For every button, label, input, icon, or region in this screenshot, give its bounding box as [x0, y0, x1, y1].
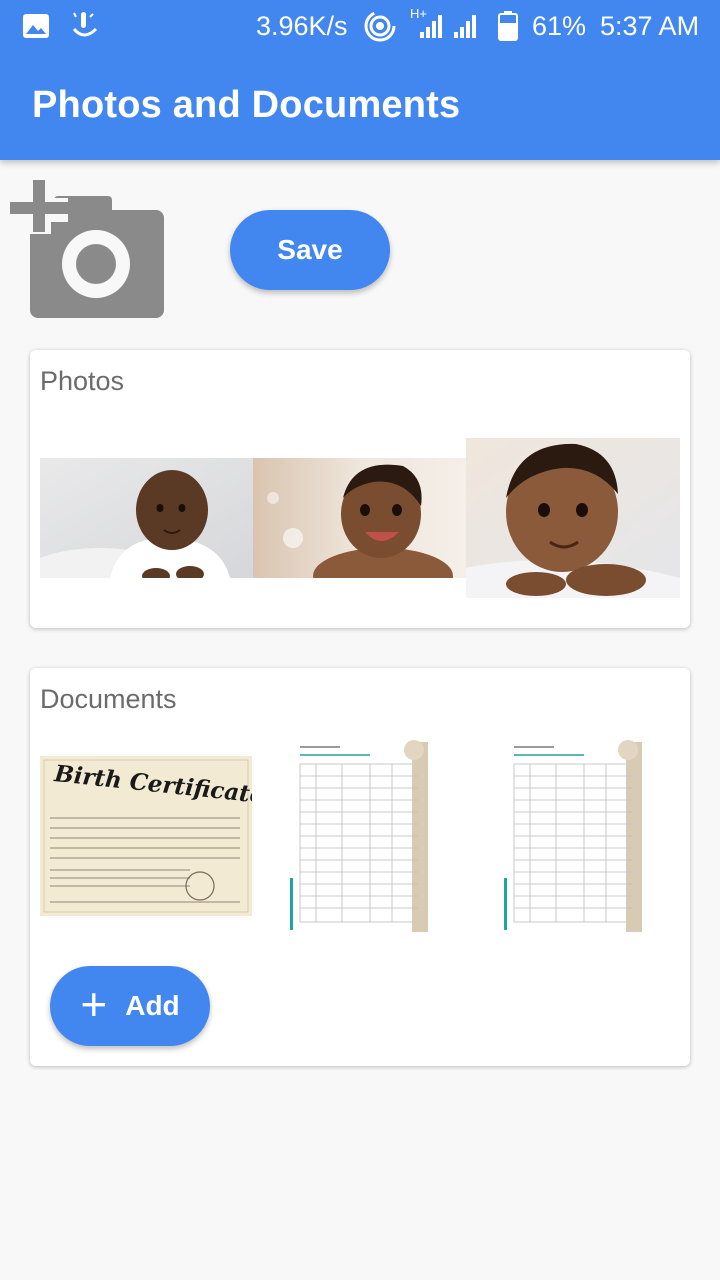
- add-a-photo-icon: [10, 176, 164, 318]
- documents-card: Documents Birth Certificate + Add: [30, 668, 690, 1066]
- form-document-1[interactable]: [286, 736, 434, 936]
- hotspot-icon: [364, 0, 396, 52]
- app-bar: 3.96K/s H+ 61% 5:37 AM Photos and Docume…: [0, 0, 720, 160]
- save-button[interactable]: Save: [230, 210, 390, 290]
- baby-photo-2[interactable]: [253, 458, 466, 578]
- add-button-label: Add: [125, 990, 180, 1021]
- photos-card: Photos: [30, 350, 690, 628]
- documents-title: Documents: [40, 684, 177, 714]
- status-bar: 3.96K/s H+ 61% 5:37 AM: [0, 0, 720, 52]
- add-photo-button[interactable]: [10, 176, 166, 318]
- add-document-button[interactable]: + Add: [50, 966, 210, 1046]
- form-document-2[interactable]: [500, 736, 648, 936]
- birth-certificate-thumb[interactable]: Birth Certificate: [40, 756, 252, 916]
- battery-icon: [498, 0, 518, 52]
- battery-level: 61%: [532, 10, 587, 41]
- baby-photo-3[interactable]: [466, 438, 680, 598]
- touchpal-keyboard-icon: [66, 0, 102, 52]
- network-speed: 3.96K/s: [256, 10, 348, 41]
- image-icon: [22, 0, 50, 52]
- signal-icon: [418, 0, 488, 52]
- page-title: Photos and Documents: [32, 84, 461, 126]
- plus-icon: +: [80, 978, 108, 1030]
- baby-photo-1[interactable]: [40, 458, 253, 578]
- clock: 5:37 AM: [600, 10, 700, 41]
- photos-title: Photos: [40, 366, 125, 396]
